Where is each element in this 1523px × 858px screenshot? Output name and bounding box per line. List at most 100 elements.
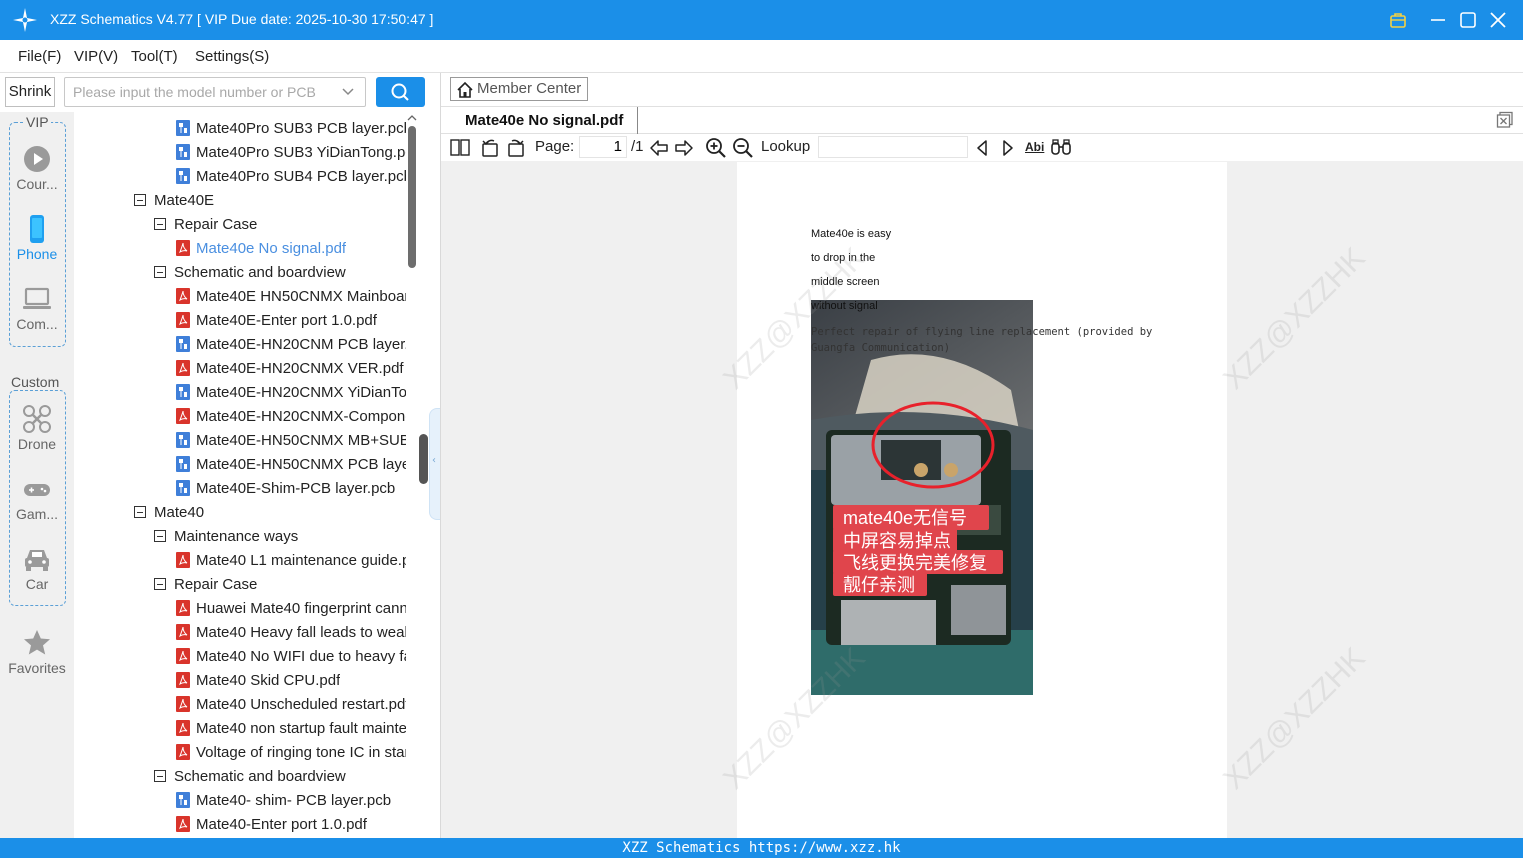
- vip-group-title: VIP: [24, 114, 51, 130]
- pdf-viewer[interactable]: Mate40e is easy to drop in the middle sc…: [441, 161, 1523, 838]
- tree-file[interactable]: Huawei Mate40 fingerprint cannot: [176, 596, 406, 620]
- category-drone[interactable]: Drone: [0, 404, 74, 452]
- tree-file[interactable]: Mate40E-HN20CNMX-Component: [176, 404, 406, 428]
- tree-file[interactable]: Mate40 non startup fault maintenance: [176, 716, 406, 740]
- category-game[interactable]: Gam...: [0, 474, 74, 522]
- tree-folder[interactable]: Schematic and boardview: [154, 260, 346, 284]
- rotate-right-icon[interactable]: [505, 137, 527, 159]
- status-bar: XZZ Schematics https://www.xzz.hk: [0, 838, 1523, 858]
- member-center-button[interactable]: Member Center: [450, 77, 589, 101]
- pdf-file-icon: [176, 600, 190, 616]
- two-page-view-icon[interactable]: [449, 137, 471, 159]
- chevron-left-icon: ‹: [432, 455, 436, 466]
- tree-file[interactable]: Mate40 L1 maintenance guide.pdf: [176, 548, 406, 572]
- match-case-button[interactable]: Abi: [1025, 140, 1044, 154]
- tree-folder[interactable]: Mate40E: [134, 188, 214, 212]
- tree-file[interactable]: Mate40 Unscheduled restart.pdf: [176, 692, 406, 716]
- close-all-tabs-icon[interactable]: [1496, 111, 1514, 129]
- tree-file[interactable]: Mate40E-Shim-PCB layer.pcb: [176, 476, 395, 500]
- app-logo-icon: [13, 8, 37, 32]
- tree-file[interactable]: Mate40e No signal.pdf: [176, 236, 346, 260]
- tree-folder[interactable]: Mate40: [134, 500, 204, 524]
- tree-file[interactable]: Mate40E-Enter port 1.0.pdf: [176, 308, 377, 332]
- find-next-icon[interactable]: [1000, 137, 1016, 159]
- collapse-toggle-icon[interactable]: [154, 578, 166, 590]
- collapse-toggle-icon[interactable]: [154, 218, 166, 230]
- search-placeholder: Please input the model number or PCB: [73, 84, 316, 100]
- splitter-grip[interactable]: [419, 434, 428, 484]
- collapse-toggle-icon[interactable]: [154, 770, 166, 782]
- panel-splitter[interactable]: ‹: [418, 112, 440, 838]
- tree-file[interactable]: Mate40Pro SUB4 PCB layer.pcb: [176, 164, 406, 188]
- lookup-label: Lookup: [761, 138, 811, 155]
- find-previous-icon[interactable]: [974, 137, 990, 159]
- maximize-button[interactable]: [1458, 10, 1478, 30]
- tree-file[interactable]: Voltage of ringing tone IC in standby: [176, 740, 406, 764]
- pdf-page: Mate40e is easy to drop in the middle sc…: [717, 162, 1372, 838]
- tree-node-label: Mate40E-HN50CNMX MB+SUB: [196, 431, 406, 449]
- collapse-toggle-icon[interactable]: [134, 194, 146, 206]
- menu-settings[interactable]: Settings(S): [195, 48, 269, 65]
- tree-file[interactable]: Mate40- shim- PCB layer.pcb: [176, 788, 391, 812]
- pcb-file-icon: [176, 792, 190, 808]
- tree-file[interactable]: Mate40E-HN50CNMX MB+SUB: [176, 428, 406, 452]
- scroll-up-icon[interactable]: [407, 114, 417, 122]
- pcb-file-icon: [176, 168, 190, 184]
- document-tab[interactable]: Mate40e No signal.pdf: [451, 107, 639, 134]
- menu-file[interactable]: File(F): [18, 48, 61, 65]
- chevron-down-icon[interactable]: [341, 86, 355, 98]
- tree-file[interactable]: Mate40E HN50CNMX Mainboard: [176, 284, 406, 308]
- tree-scrollbar-thumb[interactable]: [408, 126, 416, 268]
- collapse-panel-tab[interactable]: ‹: [429, 408, 440, 520]
- custom-group-title: Custom: [9, 374, 62, 390]
- category-phone[interactable]: Phone: [0, 214, 74, 262]
- tree-node-label: Mate40 Unscheduled restart.pdf: [196, 695, 406, 713]
- next-page-icon[interactable]: [674, 137, 694, 159]
- collapse-toggle-icon[interactable]: [154, 530, 166, 542]
- collapse-toggle-icon[interactable]: [134, 506, 146, 518]
- tree-file[interactable]: Mate40E-HN20CNMX YiDianTong: [176, 380, 406, 404]
- search-button[interactable]: [376, 77, 425, 107]
- previous-page-icon[interactable]: [649, 137, 669, 159]
- document-area: Member Center Mate40e No signal.pdf Page…: [440, 73, 1523, 838]
- tree-file[interactable]: Mate40E-HN20CNM PCB layer.pcb: [176, 332, 406, 356]
- close-button[interactable]: [1488, 10, 1508, 30]
- tree-scrollbar[interactable]: [406, 112, 418, 838]
- tree-file[interactable]: Mate40 Heavy fall leads to weak: [176, 620, 406, 644]
- lookup-input[interactable]: [818, 136, 968, 158]
- favorites-button[interactable]: Favorites: [0, 628, 74, 676]
- zoom-out-icon[interactable]: [732, 137, 754, 159]
- category-computer[interactable]: Com...: [0, 284, 74, 332]
- drone-icon: [23, 405, 51, 433]
- pdf-mono-line: Perfect repair of flying line replacemen…: [811, 326, 1153, 338]
- model-file-tree: Mate40Pro SUB3 PCB layer.pcb Mate40Pro SU…: [74, 112, 418, 838]
- tree-node-label: Mate40Pro SUB3 PCB layer.pcb: [196, 119, 406, 137]
- tree-folder[interactable]: Repair Case: [154, 212, 257, 236]
- menu-vip[interactable]: VIP(V): [74, 48, 118, 65]
- tree-folder[interactable]: Repair Case: [154, 572, 257, 596]
- model-search-combobox[interactable]: Please input the model number or PCB: [64, 77, 366, 107]
- vip-bag-icon[interactable]: [1388, 10, 1408, 30]
- tree-folder[interactable]: Maintenance ways: [154, 524, 298, 548]
- tree-file[interactable]: Mate40Pro SUB3 PCB layer.pcb: [176, 116, 406, 140]
- zoom-in-icon[interactable]: [705, 137, 727, 159]
- tree-file[interactable]: Mate40E-HN50CNMX PCB layer: [176, 452, 406, 476]
- tree-file[interactable]: Mate40-Enter port 1.0.pdf: [176, 812, 367, 836]
- minimize-button[interactable]: [1428, 10, 1448, 30]
- tree-file[interactable]: Mate40 Skid CPU.pdf: [176, 668, 340, 692]
- collapse-toggle-icon[interactable]: [154, 266, 166, 278]
- shrink-button[interactable]: Shrink: [5, 77, 55, 107]
- menu-tool[interactable]: Tool(T): [131, 48, 178, 65]
- tree-node-label: Mate40: [154, 503, 205, 521]
- category-courses[interactable]: Cour...: [0, 144, 74, 192]
- tree-file[interactable]: Mate40 No WIFI due to heavy fall: [176, 644, 406, 668]
- page-number-input[interactable]: 1: [579, 136, 627, 158]
- tree-file[interactable]: Mate40Pro SUB3 YiDianTong.pcb: [176, 140, 406, 164]
- tree-folder[interactable]: Schematic and boardview: [154, 764, 346, 788]
- category-car[interactable]: Car: [0, 544, 74, 592]
- tree-node-label: Schematic and boardview: [174, 263, 346, 281]
- binoculars-icon[interactable]: [1050, 137, 1072, 159]
- rotate-left-icon[interactable]: [479, 137, 501, 159]
- tree-file[interactable]: Mate40E-HN20CNMX VER.pdf: [176, 356, 404, 380]
- tree-node-label: Schematic and boardview: [174, 767, 346, 785]
